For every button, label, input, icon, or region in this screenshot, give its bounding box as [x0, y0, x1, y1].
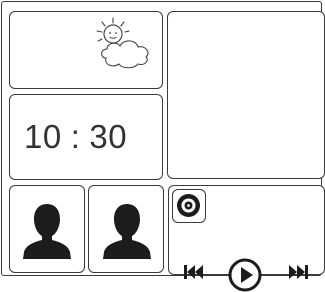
play-icon[interactable] — [228, 258, 262, 292]
person-silhouette-icon — [23, 204, 71, 259]
previous-track-icon[interactable] — [183, 264, 205, 280]
clock-widget: 10:30 — [9, 94, 163, 180]
music-player-widget — [168, 185, 325, 292]
clock-time: 10:30 — [24, 118, 127, 156]
sun-behind-cloud-icon — [96, 17, 149, 69]
album-art-frame[interactable] — [172, 189, 206, 223]
empty-panel — [167, 11, 325, 179]
contact-card[interactable] — [9, 185, 85, 273]
clock-minutes: 30 — [89, 118, 128, 155]
contact-card[interactable] — [88, 185, 164, 273]
weather-widget[interactable] — [9, 11, 163, 89]
clock-separator: : — [70, 118, 81, 155]
clock-hours: 10 — [24, 118, 62, 155]
person-silhouette-icon — [103, 204, 151, 259]
disc-icon — [177, 194, 200, 217]
next-track-icon[interactable] — [287, 264, 309, 280]
